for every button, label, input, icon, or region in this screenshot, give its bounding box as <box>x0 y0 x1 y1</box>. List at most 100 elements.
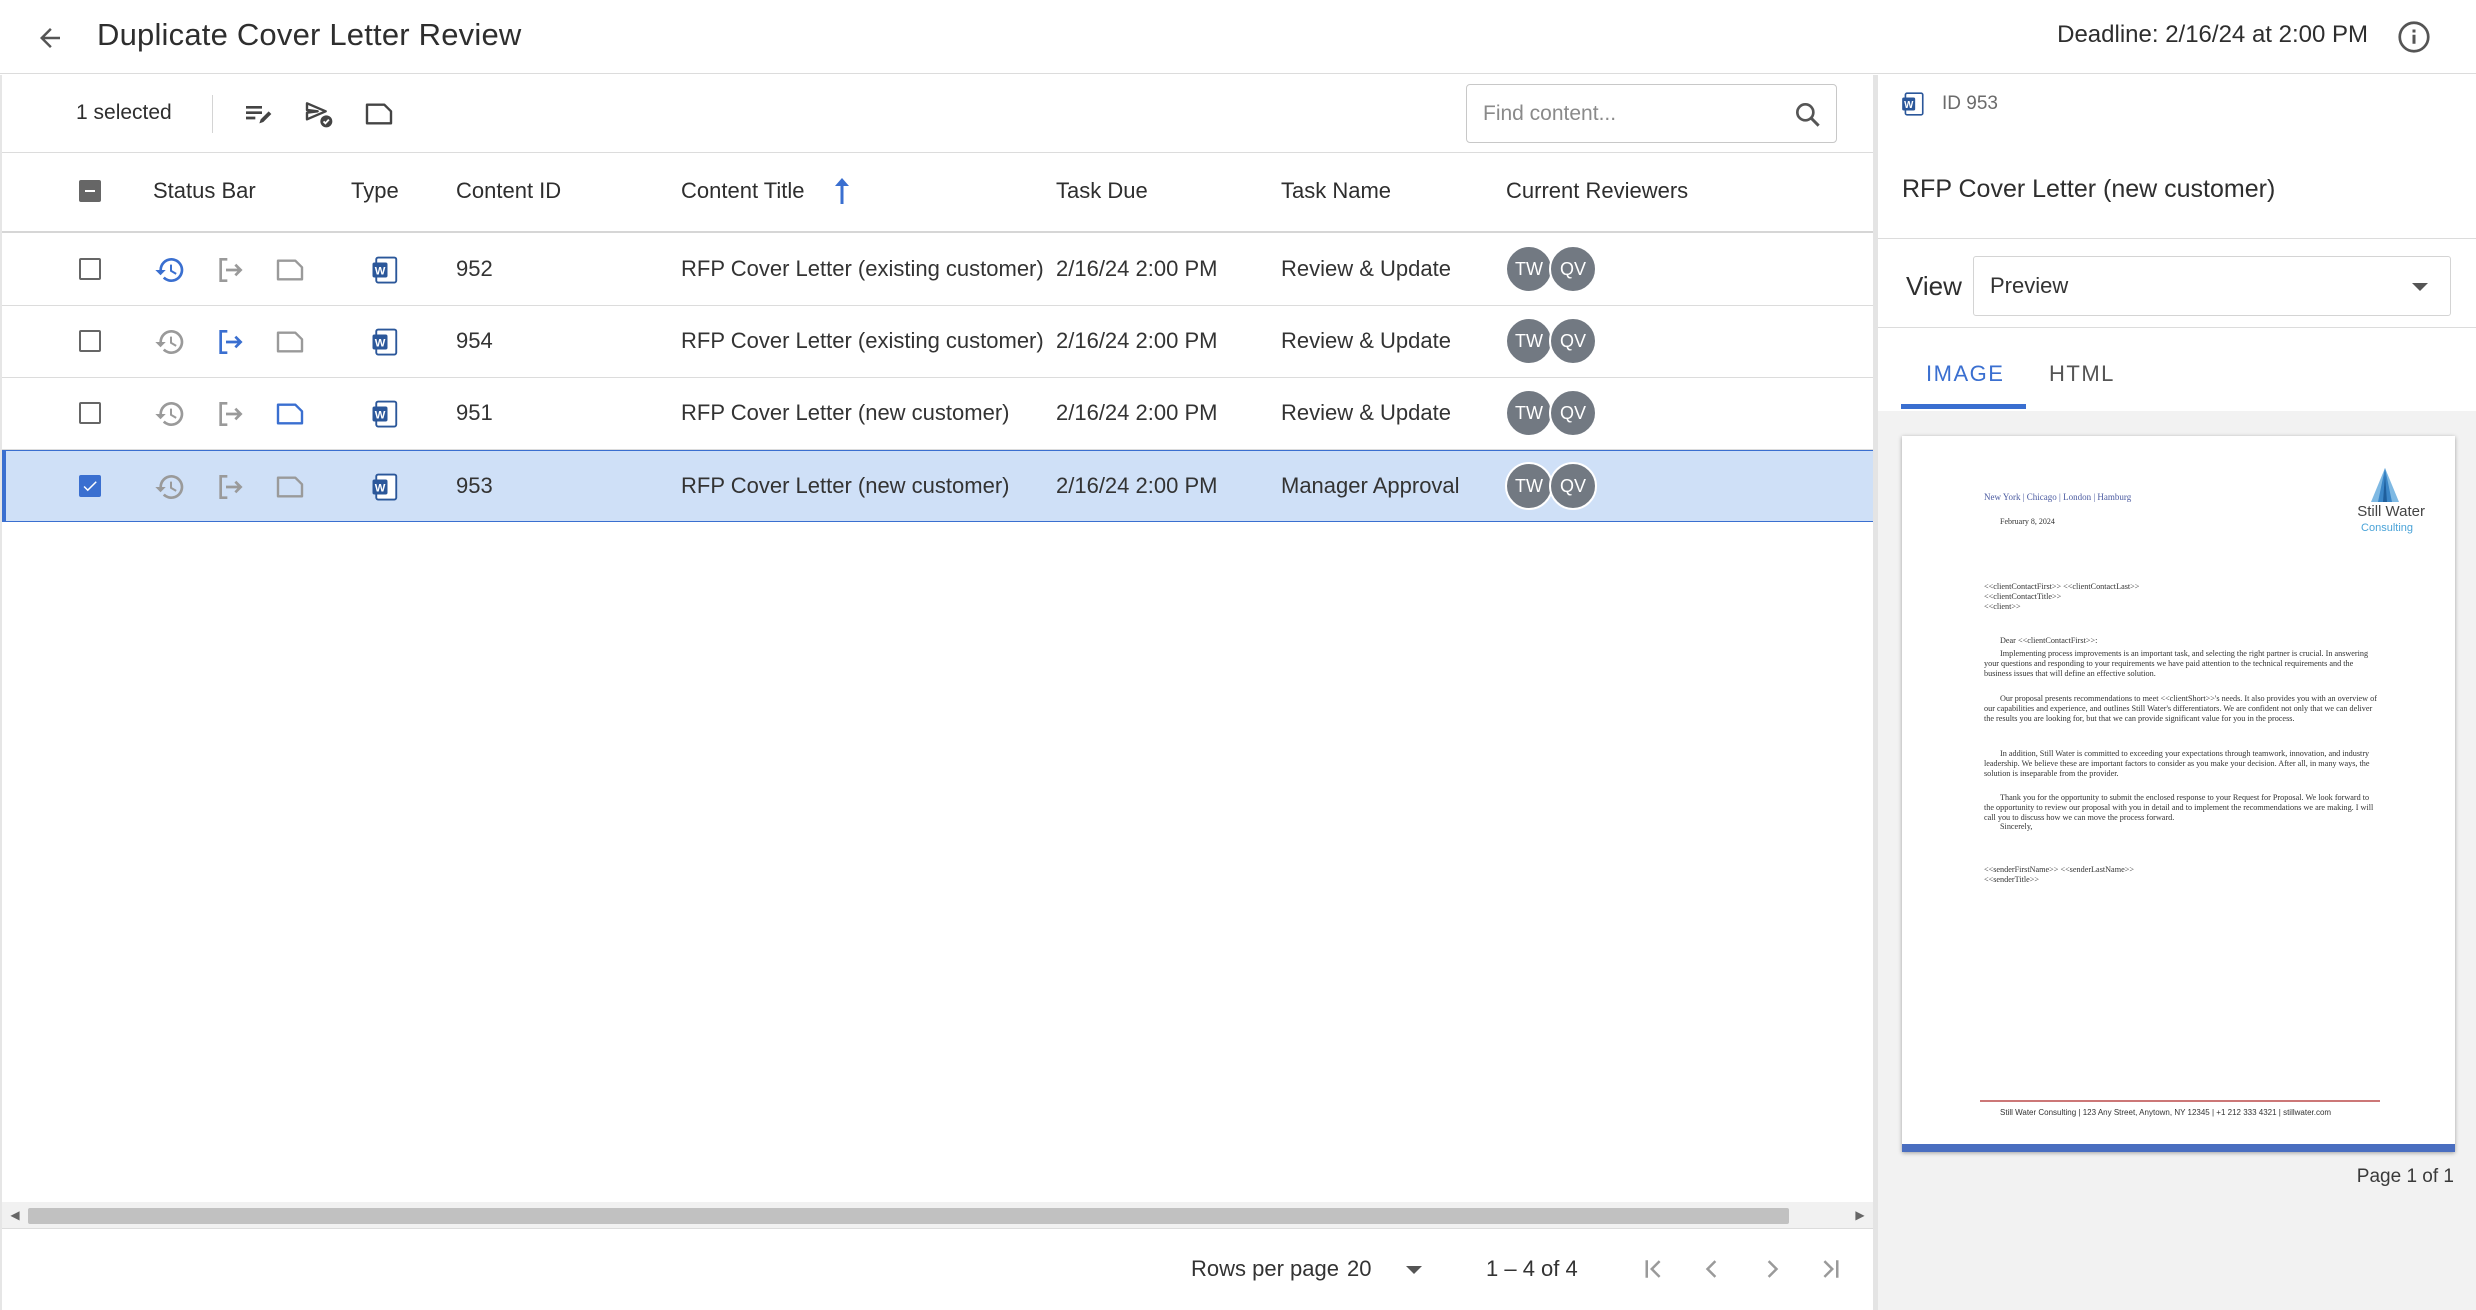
export-status-icon[interactable] <box>213 397 247 431</box>
export-status-icon[interactable] <box>213 253 247 287</box>
task-due-cell: 2/16/24 2:00 PM <box>1056 400 1218 425</box>
avatar[interactable]: TW <box>1505 389 1553 437</box>
preview-area: New York | Chicago | London | Hamburg Fe… <box>1878 411 2476 1310</box>
row-checkbox[interactable] <box>79 475 101 497</box>
label-status-icon[interactable] <box>273 397 307 431</box>
label-status-icon[interactable] <box>273 470 307 504</box>
horizontal-scrollbar[interactable]: ◀ ▶ <box>2 1202 1873 1228</box>
word-document-icon: W <box>1902 92 1924 116</box>
task-name-cell: Review & Update <box>1281 400 1451 425</box>
last-page-icon <box>1823 1260 1839 1278</box>
content-id-cell: 951 <box>456 400 493 425</box>
history-status-icon[interactable] <box>153 253 187 287</box>
history-status-icon[interactable] <box>153 325 187 359</box>
content-title-cell[interactable]: RFP Cover Letter (existing customer) <box>681 328 1044 354</box>
select-all-checkbox[interactable] <box>79 180 101 202</box>
scroll-right-arrow[interactable]: ▶ <box>1853 1208 1867 1222</box>
first-page-icon <box>1645 1260 1661 1278</box>
table-row[interactable]: W 952 RFP Cover Letter (existing custome… <box>2 234 1873 306</box>
avatar[interactable]: QV <box>1549 389 1597 437</box>
doc-id-row: W ID 953 <box>1878 75 2476 135</box>
word-document-icon: W <box>372 473 398 501</box>
column-header-content-title[interactable]: Content Title <box>681 178 805 204</box>
column-header-content-id[interactable]: Content ID <box>456 178 561 204</box>
content-id-cell: 952 <box>456 256 493 281</box>
chevron-left-icon <box>1705 1260 1717 1278</box>
table-row[interactable]: W 953 RFP Cover Letter (new customer) 2/… <box>2 450 1873 522</box>
letter-date: February 8, 2024 <box>2000 517 2055 526</box>
next-page-button[interactable] <box>1754 1251 1790 1287</box>
active-tab-indicator <box>1901 404 2026 409</box>
letter-closing: Sincerely, <box>2000 822 2033 831</box>
task-due-cell: 2/16/24 2:00 PM <box>1056 328 1218 353</box>
table-row[interactable]: W 954 RFP Cover Letter (existing custome… <box>2 306 1873 378</box>
column-header-current-reviewers[interactable]: Current Reviewers <box>1506 178 1688 204</box>
history-status-icon[interactable] <box>153 397 187 431</box>
search-icon[interactable] <box>1792 99 1824 131</box>
avatar[interactable]: QV <box>1549 462 1597 510</box>
info-button[interactable] <box>2396 19 2432 55</box>
scrollbar-thumb[interactable] <box>28 1208 1789 1224</box>
selected-count: 1 selected <box>76 101 172 124</box>
history-status-icon[interactable] <box>153 470 187 504</box>
column-header-type[interactable]: Type <box>351 178 399 204</box>
tab-image[interactable]: IMAGE <box>1926 361 2004 387</box>
letter-paragraph: Implementing process improvements is an … <box>1984 649 2369 678</box>
sort-ascending-icon[interactable] <box>830 175 854 207</box>
content-title-cell[interactable]: RFP Cover Letter (new customer) <box>681 473 1009 499</box>
table-header: Status Bar Type Content ID Content Title… <box>2 153 1873 233</box>
row-checkbox[interactable] <box>79 330 101 352</box>
export-status-icon[interactable] <box>213 470 247 504</box>
page-range-label: 1 – 4 of 4 <box>1486 1256 1578 1281</box>
rows-per-page-value[interactable]: 20 <box>1347 1256 1371 1282</box>
toolbar-divider <box>212 95 213 133</box>
avatar[interactable]: TW <box>1505 317 1553 365</box>
content-title-cell[interactable]: RFP Cover Letter (existing customer) <box>681 256 1044 282</box>
scroll-left-arrow[interactable]: ◀ <box>8 1208 22 1222</box>
avatar[interactable]: QV <box>1549 317 1597 365</box>
letter-sender: <<senderFirstName>> <<senderLastName>> <… <box>1984 865 2134 884</box>
first-page-button[interactable] <box>1635 1251 1671 1287</box>
svg-text:W: W <box>375 265 386 277</box>
avatar[interactable]: TW <box>1505 462 1553 510</box>
previous-page-button[interactable] <box>1694 1251 1730 1287</box>
pagination-bar: Rows per page 20 1 – 4 of 4 <box>2 1228 1873 1310</box>
content-title-cell[interactable]: RFP Cover Letter (new customer) <box>681 400 1009 426</box>
column-header-task-name[interactable]: Task Name <box>1281 178 1391 204</box>
bulk-label-button[interactable] <box>360 95 398 133</box>
svg-text:W: W <box>375 482 386 494</box>
app-root: Duplicate Cover Letter Review Deadline: … <box>0 0 2476 1310</box>
row-checkbox[interactable] <box>79 258 101 280</box>
document-preview-page[interactable]: New York | Chicago | London | Hamburg Fe… <box>1902 436 2455 1152</box>
back-button[interactable] <box>30 18 70 58</box>
table-row[interactable]: W 951 RFP Cover Letter (new customer) 2/… <box>2 378 1873 450</box>
avatar[interactable]: QV <box>1549 245 1597 293</box>
task-name-cell: Review & Update <box>1281 328 1451 353</box>
view-select[interactable]: Preview <box>1973 256 2451 316</box>
chevron-right-icon <box>1767 1260 1779 1278</box>
arrow-left-icon <box>40 28 60 48</box>
label-status-icon[interactable] <box>273 325 307 359</box>
search-input[interactable] <box>1483 97 1783 131</box>
column-header-task-due[interactable]: Task Due <box>1056 178 1148 204</box>
row-checkbox[interactable] <box>79 402 101 424</box>
letter-logo-name: Still Water <box>2357 503 2425 520</box>
word-document-icon: W <box>372 256 398 284</box>
last-page-button[interactable] <box>1813 1251 1849 1287</box>
divider <box>1878 238 2476 239</box>
tab-html[interactable]: HTML <box>2049 361 2115 387</box>
doc-title: RFP Cover Letter (new customer) <box>1902 175 2276 203</box>
bulk-edit-button[interactable] <box>239 95 277 133</box>
still-water-logo-icon <box>2371 468 2399 502</box>
bulk-approve-button[interactable] <box>300 95 338 133</box>
column-header-status-bar[interactable]: Status Bar <box>153 178 256 204</box>
search-field[interactable] <box>1466 84 1837 143</box>
rows-per-page-dropdown-icon[interactable] <box>1406 1266 1422 1274</box>
doc-id: ID 953 <box>1942 93 1998 114</box>
avatar[interactable]: TW <box>1505 245 1553 293</box>
letter-paragraph: In addition, Still Water is committed to… <box>1984 749 2370 778</box>
label-status-icon[interactable] <box>273 253 307 287</box>
export-status-icon[interactable] <box>213 325 247 359</box>
svg-text:W: W <box>1904 100 1914 111</box>
letter-footer: Still Water Consulting | 123 Any Street,… <box>2000 1108 2332 1117</box>
